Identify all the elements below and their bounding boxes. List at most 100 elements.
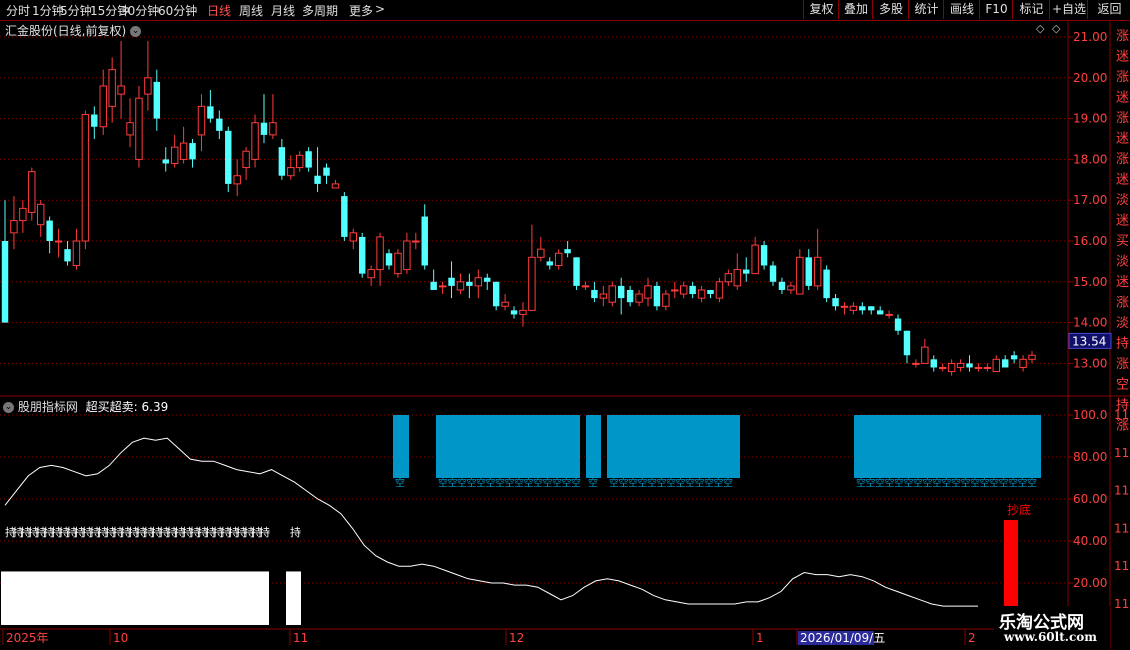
right-edge-char: 持 — [1116, 337, 1129, 352]
candle-body-up — [662, 293, 670, 307]
candle-body-up — [938, 366, 947, 369]
right-edge-char: 空 — [1116, 378, 1129, 393]
sell-signal-label: 空 — [514, 476, 524, 489]
sell-signal-label: 空 — [448, 476, 458, 489]
candle-body-down — [805, 257, 812, 286]
candle-body-down — [546, 261, 553, 266]
candle-body-down — [430, 281, 437, 290]
candlesticks — [1, 41, 1036, 376]
time-label: 2026/01/09/五 — [800, 631, 885, 645]
candle-body-up — [715, 281, 724, 299]
candle-body-down — [689, 285, 696, 295]
candle-body-down — [778, 281, 786, 290]
candle-body-up — [724, 273, 733, 283]
right-edge-char: 淡 — [1116, 255, 1129, 270]
sell-signal-label: 空 — [913, 476, 923, 489]
candle-body-down — [225, 130, 232, 184]
sell-signal-label: 空 — [395, 476, 405, 489]
candle-body-up — [787, 285, 795, 291]
sell-signal-label: 空 — [438, 476, 448, 489]
indicator-right-label: 11 — [1114, 484, 1129, 498]
sell-signal-label: 空 — [552, 476, 562, 489]
candle-body-down — [868, 306, 875, 311]
candle-body-up — [912, 362, 920, 365]
chevron-down-icon[interactable]: ⌄ — [3, 402, 14, 413]
diamond-icon[interactable]: ◇ — [1036, 22, 1044, 35]
candle-body-up — [992, 358, 1000, 373]
candle-body-down — [385, 253, 393, 266]
candle-body-up — [456, 281, 465, 291]
candle-body-up — [72, 240, 81, 266]
time-label: 11 — [293, 631, 308, 645]
sell-signal-label: 空 — [723, 476, 733, 489]
indicator-right-label: 11 — [1114, 521, 1129, 535]
right-edge-char: 买 — [1116, 234, 1129, 249]
candle-body-up — [251, 122, 259, 160]
candle-body-up — [10, 220, 18, 234]
sell-signal-label: 空 — [609, 476, 619, 489]
sell-signal-label: 空 — [856, 476, 866, 489]
watermark-url: www.60lt.com — [1004, 630, 1097, 644]
candle-body-down — [760, 245, 768, 266]
candle-body-up — [412, 240, 420, 243]
candle-body-down — [216, 118, 223, 131]
candle-body-up — [947, 362, 956, 373]
candle-body-up — [733, 269, 742, 287]
right-edge-char: 迷 — [1116, 275, 1129, 290]
price-chart: 空空空空空空空空空空空空空空空空空空空空空空空空空空空空空空空空空空空空空空空空… — [0, 20, 1130, 650]
candle-body-up — [751, 244, 759, 275]
candle-body-down — [823, 269, 830, 299]
right-edge-char: 淡 — [1116, 193, 1129, 208]
candle-body-down — [421, 216, 428, 266]
right-edge-char: 涨 — [1116, 357, 1129, 372]
sell-signal-label: 空 — [999, 476, 1009, 489]
hold-signal-label: 持 — [290, 525, 301, 539]
indicator-name: 股朋指标网 — [17, 400, 78, 414]
candle-body-up — [81, 114, 90, 242]
sell-signal-label: 空 — [619, 476, 629, 489]
candle-body-down — [484, 277, 491, 282]
sell-signal-label: 空 — [932, 476, 942, 489]
candle-body-up — [394, 252, 402, 275]
indicator-value: 超买超卖: 6.39 — [85, 400, 169, 414]
sell-signal-label: 空 — [467, 476, 477, 489]
candle-body-down — [626, 289, 634, 303]
sell-signal-label: 空 — [885, 476, 895, 489]
candle-body-down — [323, 167, 330, 176]
candle-body-up — [608, 285, 616, 303]
right-edge-char: 迷 — [1116, 50, 1129, 65]
candle-body-up — [983, 366, 992, 369]
right-edge-char: 涨 — [1116, 111, 1129, 126]
indicator-title[interactable]: ⌄ 股朋指标网 超买超卖: 6.39 — [3, 398, 168, 415]
price-label: 19.00 — [1073, 112, 1107, 126]
sell-signal-label: 空 — [543, 476, 553, 489]
chevron-down-icon[interactable]: ⌄ — [130, 26, 142, 37]
sell-signal-label: 空 — [628, 476, 638, 489]
candle-body-down — [832, 298, 839, 307]
candle-body-up — [528, 256, 536, 311]
sell-signal-label: 空 — [704, 476, 714, 489]
candle-body-up — [367, 269, 375, 279]
candle-body-up — [331, 183, 340, 189]
candle-body-up — [376, 236, 384, 271]
collapse-icon[interactable]: ◇ — [1052, 22, 1060, 35]
candle-body-up — [179, 142, 188, 160]
candle-body-up — [349, 232, 358, 242]
candle-body-down — [653, 285, 661, 307]
candle-body-down — [359, 236, 366, 274]
sell-signal-block — [393, 415, 409, 478]
indicator-level-label: 80.00 — [1073, 450, 1107, 464]
candle-body-up — [269, 122, 277, 136]
candle-body-down — [743, 269, 750, 274]
candle-body-up — [108, 69, 116, 107]
right-edge-char: 涨 — [1116, 152, 1129, 167]
candle-body-up — [403, 240, 411, 271]
candle-body-down — [153, 81, 161, 119]
indicator-right-label: 11 — [1114, 597, 1129, 611]
sell-signal-label: 空 — [666, 476, 676, 489]
main-chart-title[interactable]: 汇金股份(日线,前复权) ⌄ — [5, 22, 142, 39]
right-edge-char: 涨 — [1116, 296, 1129, 311]
candle-body-down — [591, 289, 598, 299]
candle-body-down — [314, 175, 321, 184]
right-edge-char: 涨 — [1116, 419, 1129, 434]
